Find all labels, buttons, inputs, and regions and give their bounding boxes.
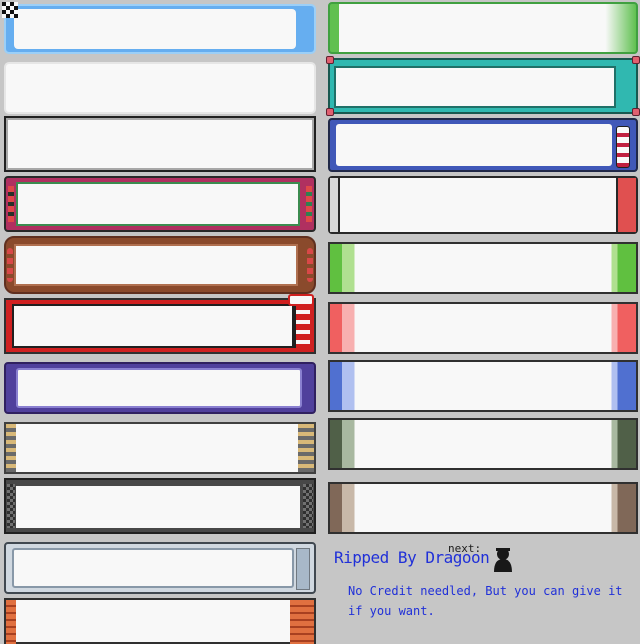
frame-red-gift [4, 294, 316, 354]
checkered-cursor-icon [2, 2, 18, 18]
frame-brick-right [290, 600, 314, 644]
textbox-sprite-sheet: Ripped By Dragoon next: No Credit needle… [0, 0, 640, 644]
next-label: next: [448, 542, 482, 555]
frame-red-gradient [328, 302, 638, 354]
frame-magenta-right-deco [306, 186, 312, 222]
frame-dark-panel [16, 486, 300, 528]
notebook-rings-icon [616, 126, 630, 168]
frame-cap-left [330, 178, 340, 232]
frame-brown-gradient [328, 482, 638, 534]
frame-magenta-left-deco [8, 186, 14, 222]
frame-teal-pinned [326, 56, 640, 116]
frame-teal-panel [334, 66, 616, 108]
frame-magenta-panel [16, 182, 300, 226]
frame-steel-panel [12, 548, 294, 588]
frame-brown-scalloped [4, 236, 316, 294]
pin-icon [326, 108, 334, 116]
frame-red-ribbon [294, 304, 310, 348]
silhouette-icon [494, 548, 512, 572]
frame-red-bow [288, 294, 314, 306]
frame-black-outline [4, 116, 316, 172]
frame-brown-left-dots [7, 248, 13, 282]
frame-green-grass [328, 2, 638, 54]
frame-blue-rounded [4, 4, 316, 54]
frame-blue-notebook [328, 118, 638, 172]
pin-icon [326, 56, 334, 64]
frame-blue-gradient [328, 360, 638, 412]
frame-tan-striped [4, 422, 316, 474]
pin-icon [632, 56, 640, 64]
frame-tan-right-stripes [298, 424, 314, 472]
frame-plain-white [4, 62, 316, 114]
frame-purple-panel [16, 368, 302, 408]
frame-cap-right [616, 178, 636, 232]
frame-dark-checkered [4, 478, 316, 534]
frame-olive-gradient [328, 418, 638, 470]
frame-dark-right-checker [303, 484, 313, 528]
frame-green-gradient [328, 242, 638, 294]
frame-brick-left [6, 600, 16, 644]
frame-red-panel [12, 304, 294, 348]
frame-dark-left-checker [7, 484, 15, 528]
frame-brown-right-dots [307, 248, 313, 282]
frame-notebook-panel [336, 124, 612, 166]
frame-steel-rail [296, 548, 310, 590]
frame-brick [4, 598, 316, 644]
frame-blue-rounded-panel [14, 9, 296, 49]
pin-icon [632, 108, 640, 116]
frame-purple [4, 362, 316, 414]
credit-note-line2: if you want. [348, 604, 435, 618]
frame-magenta-green [4, 176, 316, 232]
frame-tan-left-stripes [6, 424, 16, 472]
frame-red-cap [328, 176, 638, 234]
frame-steel [4, 542, 316, 594]
frame-brown-panel [14, 244, 298, 286]
credit-note-line1: No Credit needled, But you can give it [348, 584, 623, 598]
